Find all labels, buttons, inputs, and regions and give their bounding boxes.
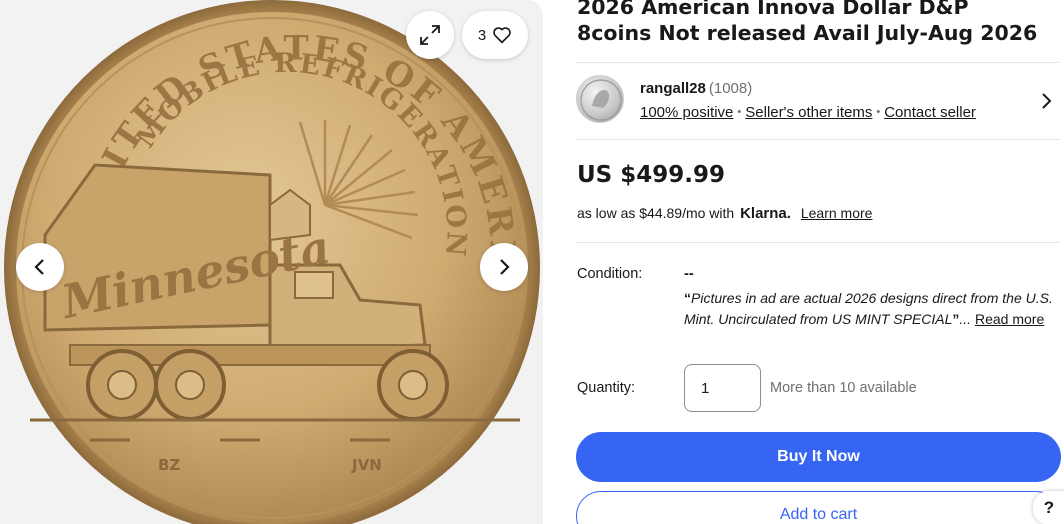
quantity-available: More than 10 available <box>770 380 917 396</box>
coin-initials-left: BZ <box>158 456 180 474</box>
klarna-financing: as low as $44.89/mo with Klarna. Learn m… <box>577 205 872 222</box>
separator-dot: • <box>876 106 881 118</box>
separator-dot: • <box>737 106 742 118</box>
condition-value: -- <box>684 266 694 282</box>
seller-name-line: rangall28 (1008) <box>640 80 752 97</box>
previous-image-button[interactable] <box>16 243 64 291</box>
seller-name[interactable]: rangall28 <box>640 80 706 97</box>
klarna-learn-more-link[interactable]: Learn more <box>801 205 873 221</box>
condition-label: Condition: <box>577 266 643 282</box>
divider <box>576 242 1060 243</box>
quantity-label: Quantity: <box>577 380 636 396</box>
expand-icon <box>420 25 440 45</box>
seller-card[interactable]: rangall28 (1008) 100% positive • Seller's o… <box>576 62 1060 140</box>
chevron-left-icon <box>34 259 44 275</box>
expand-button[interactable] <box>406 11 454 59</box>
add-to-cart-button[interactable]: Add to cart <box>576 491 1061 524</box>
chevron-right-icon[interactable] <box>1038 91 1054 111</box>
help-button[interactable]: ? <box>1033 491 1064 524</box>
seller-other-items-link[interactable]: Seller's other items <box>745 104 872 121</box>
buy-it-now-button[interactable]: Buy It Now <box>576 432 1061 482</box>
seller-positive-link[interactable]: 100% positive <box>640 104 733 121</box>
condition-description: “Pictures in ad are actual 2026 designs … <box>684 290 1053 327</box>
next-image-button[interactable] <box>480 243 528 291</box>
quantity-input[interactable] <box>684 364 761 412</box>
contact-seller-link[interactable]: Contact seller <box>884 104 976 121</box>
image-gallery: UNITED STATES OF AMERICA MOBILE REFRIGER… <box>0 0 543 524</box>
seller-links: 100% positive • Seller's other items • Conta… <box>640 104 976 121</box>
heart-icon <box>493 27 511 44</box>
listing-title: 2026 American Innova Dollar D&P 8coins N… <box>577 0 1038 45</box>
klarna-logo: Klarna. <box>740 205 791 222</box>
seller-feedback-count: (1008) <box>708 80 753 97</box>
coin-initials-right: JVN <box>351 456 382 474</box>
read-more-link[interactable]: Read more <box>975 311 1044 327</box>
watch-count: 3 <box>477 26 487 44</box>
help-icon: ? <box>1043 498 1055 517</box>
item-price: US $499.99 <box>577 162 726 188</box>
klarna-text: as low as $44.89/mo with <box>577 205 735 221</box>
coin-image[interactable]: UNITED STATES OF AMERICA MOBILE REFRIGER… <box>0 0 543 524</box>
watch-button[interactable]: 3 <box>462 11 528 59</box>
seller-avatar[interactable] <box>576 75 624 123</box>
chevron-right-icon <box>500 259 510 275</box>
